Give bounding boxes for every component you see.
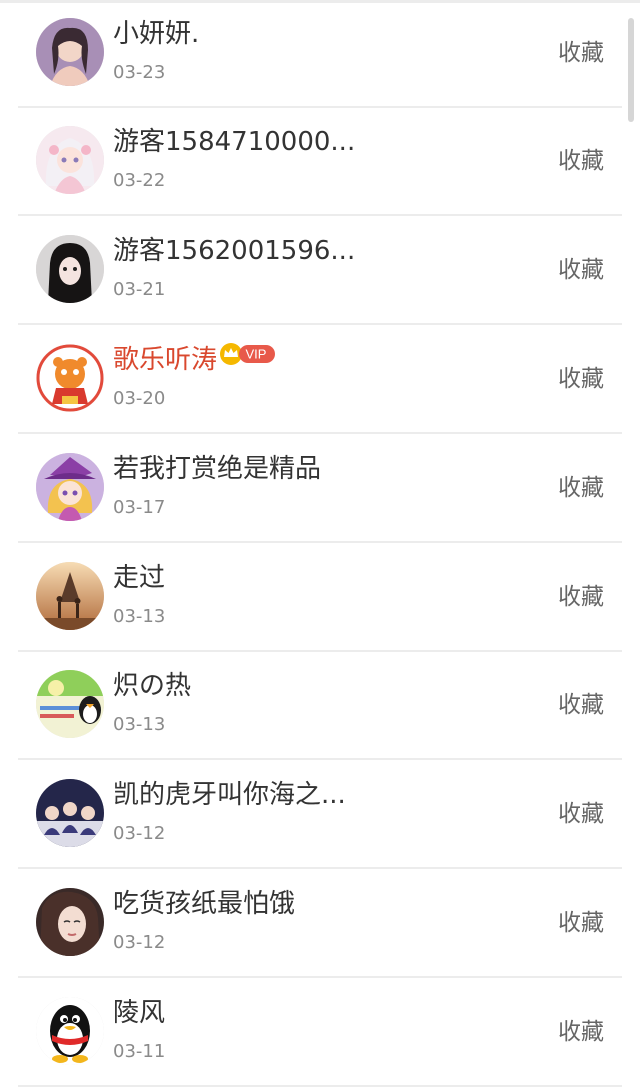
- avatar[interactable]: [36, 997, 104, 1065]
- date-label: 03-13: [113, 606, 166, 627]
- list-item[interactable]: 炽の热 03-13 收藏: [18, 652, 622, 760]
- date-label: 03-11: [113, 1041, 166, 1062]
- date-label: 03-20: [113, 388, 166, 409]
- avatar[interactable]: [36, 126, 104, 194]
- vip-label: VIP: [246, 346, 267, 361]
- user-name: 游客1584710000...: [113, 127, 356, 157]
- list-item[interactable]: 游客1584710000... 03-22 收藏: [18, 108, 622, 216]
- date-label: 03-23: [113, 62, 166, 83]
- user-name: 凯的虎牙叫你海之...: [113, 780, 346, 810]
- favorite-button[interactable]: 收藏: [558, 255, 604, 285]
- avatar[interactable]: [36, 18, 104, 86]
- avatar[interactable]: [36, 562, 104, 630]
- user-name: 吃货孩纸最怕饿: [113, 889, 296, 919]
- user-name: 炽の热: [113, 671, 192, 701]
- list-item[interactable]: 游客1562001596... 03-21 收藏: [18, 217, 622, 325]
- avatar[interactable]: [36, 235, 104, 303]
- avatar[interactable]: [36, 344, 104, 412]
- list-item[interactable]: 歌乐听涛 VIP 03-20 收藏: [18, 326, 622, 434]
- user-name-text: 歌乐听涛: [113, 345, 218, 375]
- favorite-button[interactable]: 收藏: [558, 38, 604, 68]
- scrollbar[interactable]: [628, 18, 634, 122]
- favorite-button[interactable]: 收藏: [558, 473, 604, 503]
- date-label: 03-21: [113, 279, 166, 300]
- list-item[interactable]: 陵风 03-11 收藏: [18, 979, 622, 1087]
- favorite-button[interactable]: 收藏: [558, 582, 604, 612]
- date-label: 03-13: [113, 714, 166, 735]
- date-label: 03-12: [113, 823, 166, 844]
- avatar[interactable]: [36, 888, 104, 956]
- list-item[interactable]: 凯的虎牙叫你海之... 03-12 收藏: [18, 761, 622, 869]
- date-label: 03-22: [113, 170, 166, 191]
- avatar[interactable]: [36, 453, 104, 521]
- user-name: 若我打赏绝是精品: [113, 454, 322, 484]
- list-item[interactable]: 小妍妍. 03-23 收藏: [18, 0, 622, 108]
- date-label: 03-17: [113, 497, 166, 518]
- avatar[interactable]: [36, 670, 104, 738]
- user-name: 游客1562001596...: [113, 236, 356, 266]
- favorite-button[interactable]: 收藏: [558, 799, 604, 829]
- favorite-button[interactable]: 收藏: [558, 908, 604, 938]
- list-item[interactable]: 走过 03-13 收藏: [18, 544, 622, 652]
- list-item[interactable]: 吃货孩纸最怕饿 03-12 收藏: [18, 870, 622, 978]
- favorite-button[interactable]: 收藏: [558, 364, 604, 394]
- user-name: 陵风: [113, 998, 166, 1028]
- favorite-button[interactable]: 收藏: [558, 146, 604, 176]
- user-name: 小妍妍.: [113, 19, 200, 49]
- user-name: 走过: [113, 563, 166, 593]
- avatar[interactable]: [36, 779, 104, 847]
- user-name: 歌乐听涛 VIP: [113, 342, 277, 377]
- vip-badge: VIP: [219, 342, 277, 374]
- list-item[interactable]: 若我打赏绝是精品 03-17 收藏: [18, 435, 622, 543]
- date-label: 03-12: [113, 932, 166, 953]
- favorite-button[interactable]: 收藏: [558, 1017, 604, 1047]
- favorite-button[interactable]: 收藏: [558, 690, 604, 720]
